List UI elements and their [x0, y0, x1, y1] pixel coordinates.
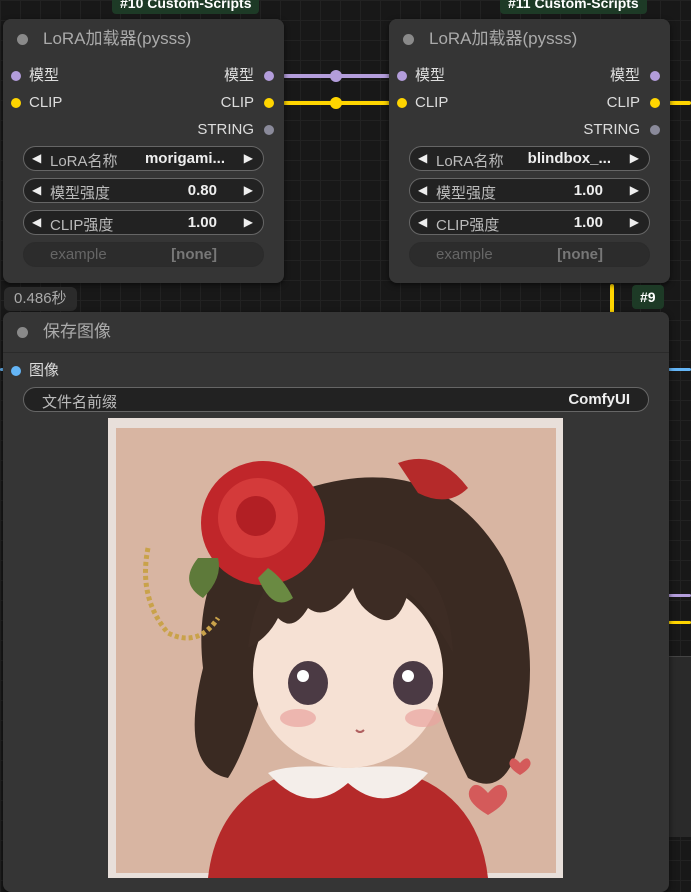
input-slot-model[interactable]: 模型 [397, 67, 446, 85]
output-slot-model[interactable]: 模型 [609, 67, 660, 85]
left-arrow-icon[interactable]: ◀ [418, 151, 427, 165]
slot-label: CLIP [415, 94, 449, 111]
slot-label: 模型 [609, 67, 640, 84]
clip-strength-stepper[interactable]: ◀ CLIP强度 1.00 ▶ [409, 210, 650, 235]
widget-label: 文件名前缀 [42, 394, 118, 411]
right-arrow-icon[interactable]: ▶ [630, 183, 639, 197]
node-title-text: 保存图像 [43, 322, 111, 341]
execution-time-badge: 0.486秒 [4, 287, 77, 311]
slot-label: 图像 [29, 362, 60, 379]
clip-out-link-right[interactable] [668, 621, 691, 624]
model-socket-icon[interactable] [11, 71, 21, 81]
filename-prefix-field[interactable]: 文件名前缀 ComfyUI [23, 387, 649, 412]
input-slot-model[interactable]: 模型 [11, 67, 60, 85]
node-title-text: LoRA加载器(pysss) [43, 29, 192, 48]
model-link-midpoint[interactable] [330, 70, 342, 82]
lora-name-combo[interactable]: ◀ LoRA名称 morigami... ▶ [23, 146, 264, 171]
node-title-text: LoRA加载器(pysss) [429, 29, 578, 48]
model-socket-icon[interactable] [264, 71, 274, 81]
left-arrow-icon[interactable]: ◀ [418, 183, 427, 197]
title-divider [3, 352, 669, 353]
example-widget: example [none] [409, 242, 650, 267]
input-slot-image[interactable]: 图像 [11, 362, 60, 380]
clip-out-link[interactable] [668, 101, 691, 105]
left-arrow-icon[interactable]: ◀ [418, 215, 427, 229]
anime-girl-illustration [108, 418, 563, 878]
collapse-dot-icon[interactable] [403, 34, 414, 45]
widget-value: 1.00 [573, 182, 603, 199]
left-arrow-icon[interactable]: ◀ [32, 215, 41, 229]
widget-label: example [436, 246, 493, 263]
slot-label: CLIP [220, 94, 254, 111]
left-arrow-icon[interactable]: ◀ [32, 183, 41, 197]
clip-socket-icon[interactable] [264, 98, 274, 108]
widget-value: morigami... [144, 150, 225, 167]
node-title[interactable]: 保存图像 [3, 312, 669, 352]
model-strength-stepper[interactable]: ◀ 模型强度 0.80 ▶ [23, 178, 264, 203]
node-title[interactable]: LoRA加载器(pysss) [3, 19, 284, 59]
group-tag-node11: #11 Custom-Scripts [500, 0, 647, 14]
example-widget: example [none] [23, 242, 264, 267]
widget-label: example [50, 246, 107, 263]
collapse-dot-icon[interactable] [17, 34, 28, 45]
widget-value: [none] [171, 246, 217, 263]
collapse-dot-icon[interactable] [17, 327, 28, 338]
image-socket-icon[interactable] [11, 366, 21, 376]
slot-label: CLIP [29, 94, 63, 111]
lora-name-combo[interactable]: ◀ LoRA名称 blindbox_... ▶ [409, 146, 650, 171]
widget-value: 1.00 [187, 214, 217, 231]
slot-label: STRING [583, 121, 640, 138]
widget-value: 1.00 [573, 214, 603, 231]
clip-socket-icon[interactable] [11, 98, 21, 108]
widget-label: 模型强度 [50, 185, 111, 202]
widget-label: CLIP强度 [436, 217, 500, 234]
output-slot-model[interactable]: 模型 [223, 67, 274, 85]
right-arrow-icon[interactable]: ▶ [630, 215, 639, 229]
input-slot-clip[interactable]: CLIP [11, 94, 63, 112]
output-image-preview[interactable] [108, 418, 563, 878]
node-title[interactable]: LoRA加载器(pysss) [389, 19, 670, 59]
clip-strength-stepper[interactable]: ◀ CLIP强度 1.00 ▶ [23, 210, 264, 235]
slot-label: STRING [197, 121, 254, 138]
right-arrow-icon[interactable]: ▶ [630, 151, 639, 165]
slot-label: 模型 [223, 67, 254, 84]
group-tag-node10: #10 Custom-Scripts [112, 0, 260, 14]
node-id-tag: #9 [632, 285, 664, 309]
widget-label: LoRA名称 [50, 153, 118, 170]
vertical-clip-link[interactable] [610, 284, 614, 314]
slot-label: 模型 [415, 67, 446, 84]
lora-loader-node-1[interactable]: LoRA加载器(pysss) 模型 CLIP 模型 CLIP STRING ◀ … [3, 19, 284, 283]
model-out-link-right[interactable] [668, 594, 691, 597]
offscreen-node-edge [669, 656, 691, 837]
string-socket-icon[interactable] [264, 125, 274, 135]
output-slot-string[interactable]: STRING [583, 121, 660, 139]
model-strength-stepper[interactable]: ◀ 模型强度 1.00 ▶ [409, 178, 650, 203]
string-socket-icon[interactable] [650, 125, 660, 135]
widget-value: blindbox_... [527, 150, 611, 167]
widget-label: CLIP强度 [50, 217, 114, 234]
model-socket-icon[interactable] [397, 71, 407, 81]
output-slot-string[interactable]: STRING [197, 121, 274, 139]
output-slot-clip[interactable]: CLIP [606, 94, 660, 112]
image-link-right[interactable] [668, 368, 691, 371]
right-arrow-icon[interactable]: ▶ [244, 215, 253, 229]
clip-socket-icon[interactable] [650, 98, 660, 108]
widget-value: [none] [557, 246, 603, 263]
model-socket-icon[interactable] [650, 71, 660, 81]
widget-label: 模型强度 [436, 185, 497, 202]
right-arrow-icon[interactable]: ▶ [244, 151, 253, 165]
widget-value: 0.80 [187, 182, 217, 199]
output-slot-clip[interactable]: CLIP [220, 94, 274, 112]
clip-socket-icon[interactable] [397, 98, 407, 108]
clip-link-midpoint[interactable] [330, 97, 342, 109]
lora-loader-node-2[interactable]: LoRA加载器(pysss) 模型 CLIP 模型 CLIP STRING ◀ … [389, 19, 670, 283]
right-arrow-icon[interactable]: ▶ [244, 183, 253, 197]
widget-label: LoRA名称 [436, 153, 504, 170]
slot-label: 模型 [29, 67, 60, 84]
input-slot-clip[interactable]: CLIP [397, 94, 449, 112]
widget-value: ComfyUI [568, 391, 630, 408]
slot-label: CLIP [606, 94, 640, 111]
left-arrow-icon[interactable]: ◀ [32, 151, 41, 165]
